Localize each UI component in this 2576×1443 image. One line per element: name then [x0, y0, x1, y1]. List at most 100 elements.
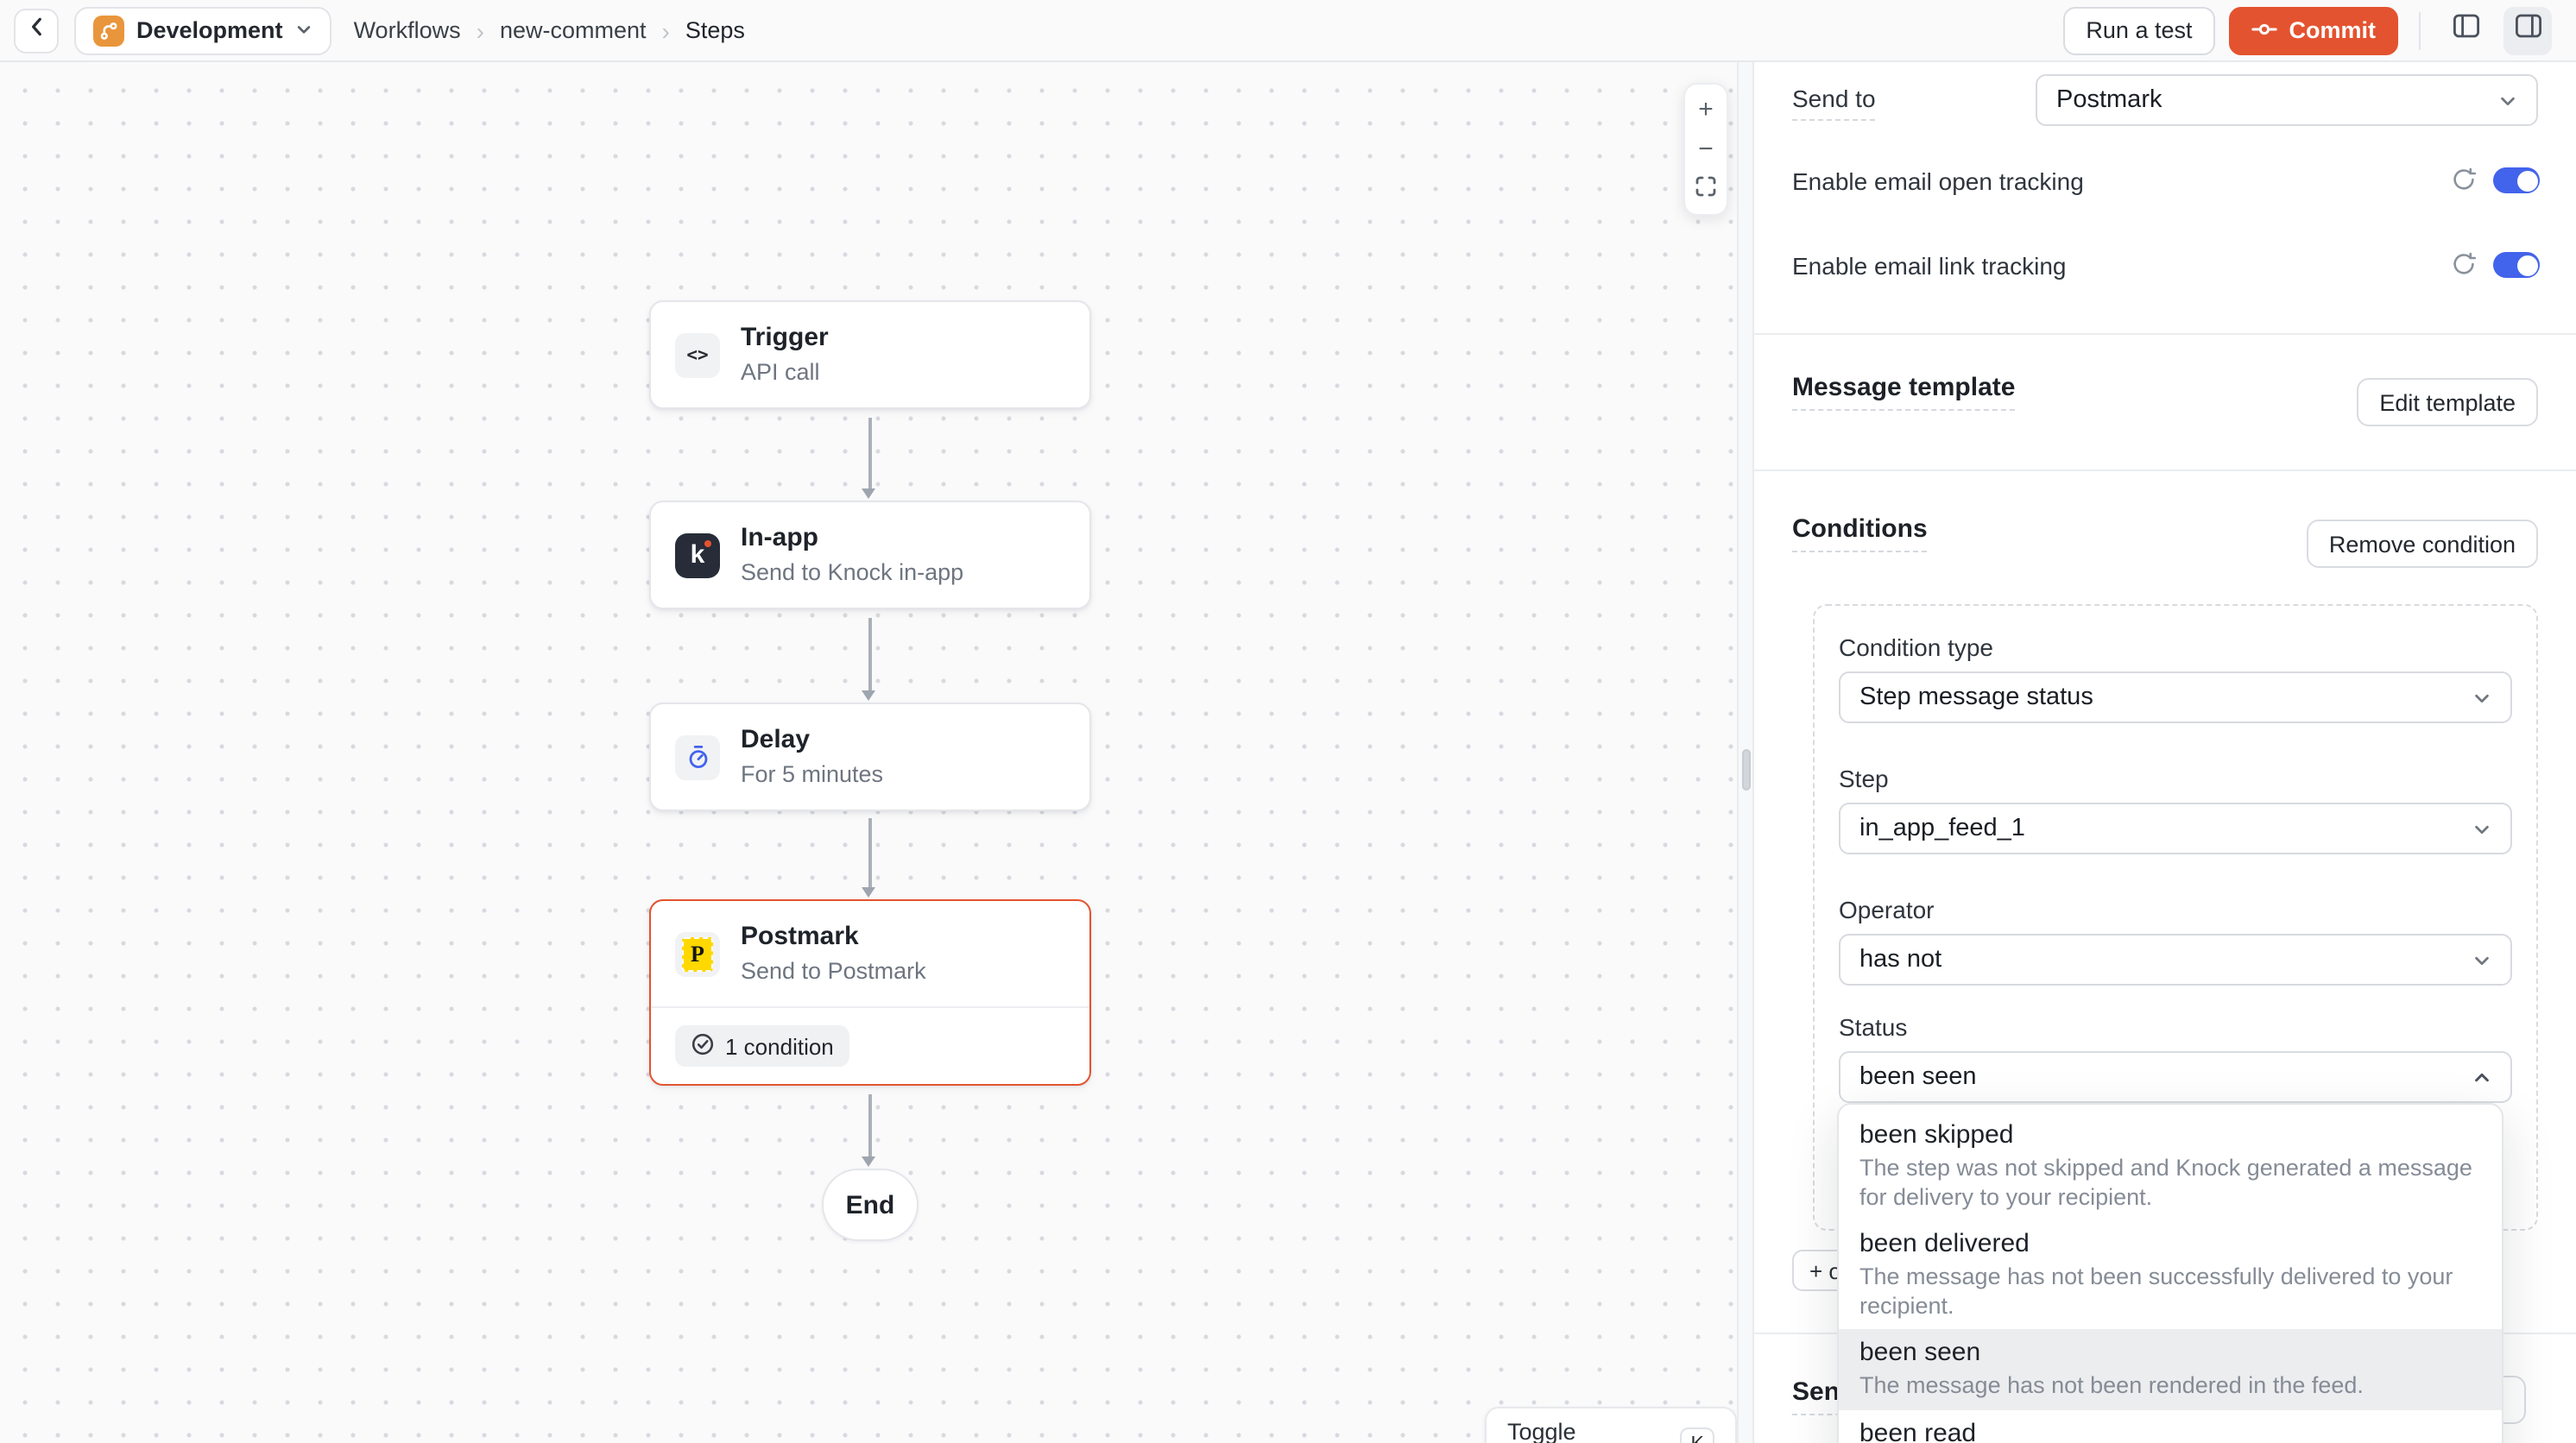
edge-arrow [868, 418, 871, 490]
knock-logo-icon: k [675, 532, 720, 577]
breadcrumb-separator: › [477, 16, 484, 44]
status-label: Status [1839, 1013, 2512, 1041]
condition-type-value: Step message status [1859, 684, 2093, 711]
status-field: Status [1839, 1013, 2512, 1041]
open-tracking-toggle[interactable] [2493, 167, 2540, 193]
refresh-icon[interactable] [2452, 167, 2476, 200]
breadcrumb-workflows[interactable]: Workflows [354, 17, 461, 43]
workflow-editor-app: Development Workflows › new-comment › St… [0, 0, 2576, 1443]
refresh-icon[interactable] [2452, 252, 2476, 285]
link-tracking-label: Enable email link tracking [1792, 252, 2067, 280]
toggle-controls-button[interactable]: Toggle controls K [1485, 1407, 1737, 1443]
node-delay[interactable]: Delay For 5 minutes [649, 703, 1091, 811]
zoom-in-button[interactable]: + [1683, 90, 1728, 129]
node-trigger[interactable]: <> Trigger API call [649, 300, 1091, 409]
status-combobox-expanded[interactable]: been seen [1839, 1051, 2512, 1103]
git-commit-icon [2251, 17, 2277, 43]
step-field: Step [1839, 765, 2512, 792]
node-in-app[interactable]: k In-app Send to Knock in-app [649, 501, 1091, 609]
panel-resize-handle[interactable] [1742, 749, 1751, 791]
commit-button[interactable]: Commit [2229, 6, 2399, 54]
toggle-left-panel-button[interactable] [2441, 6, 2490, 54]
chevron-up-icon [2472, 1068, 2491, 1087]
option-title: been seen [1859, 1338, 2481, 1369]
edge-arrow [868, 618, 871, 692]
postmark-logo-icon: P [675, 931, 720, 976]
panel-resize-gutter [1739, 62, 1754, 1443]
node-title: Postmark [741, 922, 926, 955]
step-settings-panel: Send to Postmark Enable email open track… [1754, 62, 2576, 1443]
edit-template-button[interactable]: Edit template [2357, 378, 2538, 426]
breadcrumb-separator: › [662, 16, 670, 44]
node-subtitle: API call [741, 356, 829, 387]
send-to-label: Send to [1792, 85, 1876, 121]
condition-type-select[interactable]: Step message status [1839, 671, 2512, 723]
breadcrumb-steps[interactable]: Steps [685, 17, 745, 43]
option-title: been delivered [1859, 1229, 2481, 1260]
environment-branch-icon [93, 15, 124, 46]
environment-label: Development [136, 17, 283, 43]
node-subtitle: Send to Knock in-app [741, 557, 963, 587]
operator-value: has not [1859, 946, 1941, 974]
status-option-been-read[interactable]: been read [1839, 1409, 2502, 1443]
status-option-been-skipped[interactable]: been skipped The step was not skipped an… [1839, 1112, 2502, 1220]
condition-count-label: 1 condition [725, 1033, 834, 1059]
option-description: The message has not been successfully de… [1859, 1263, 2481, 1320]
node-subtitle: Send to Postmark [741, 955, 926, 986]
chevron-down-icon [2498, 91, 2517, 110]
stopwatch-icon [675, 734, 720, 779]
node-title: In-app [741, 523, 963, 556]
open-tracking-label: Enable email open tracking [1792, 167, 2084, 195]
step-label: Step [1839, 765, 2512, 792]
run-a-test-button[interactable]: Run a test [2063, 6, 2214, 54]
chevron-down-icon [295, 15, 313, 46]
back-button[interactable] [14, 8, 59, 53]
panel-right-icon [2513, 12, 2542, 48]
panel-left-icon [2451, 12, 2480, 48]
message-template-heading: Message template [1792, 373, 2015, 411]
node-title: Trigger [741, 323, 829, 356]
send-to-value: Postmark [2056, 86, 2162, 114]
topbar: Development Workflows › new-comment › St… [0, 0, 2576, 62]
breadcrumb: Workflows › new-comment › Steps [354, 16, 745, 44]
topbar-divider [2419, 11, 2421, 49]
minus-icon: − [1698, 135, 1714, 164]
status-option-been-seen-highlighted[interactable]: been seen The message has not been rende… [1839, 1329, 2502, 1409]
chevron-down-icon [2472, 819, 2491, 838]
remove-condition-button[interactable]: Remove condition [2307, 520, 2538, 568]
zoom-controls: + − [1683, 83, 1728, 216]
edge-arrow [868, 818, 871, 889]
status-dropdown-menu: been skipped The step was not skipped an… [1837, 1103, 2503, 1443]
operator-select[interactable]: has not [1839, 934, 2512, 986]
toggle-controls-label: Toggle controls [1507, 1419, 1663, 1443]
link-tracking-toggle[interactable] [2493, 252, 2540, 278]
step-select[interactable]: in_app_feed_1 [1839, 803, 2512, 854]
fit-view-icon [1695, 174, 1716, 204]
keyboard-shortcut-badge: K [1680, 1427, 1714, 1443]
check-circle-icon [691, 1031, 715, 1061]
toggle-right-panel-button[interactable] [2503, 6, 2552, 54]
option-description: The step was not skipped and Knock gener… [1859, 1155, 2481, 1212]
conditions-heading: Conditions [1792, 514, 1928, 552]
zoom-out-button[interactable]: − [1683, 129, 1728, 169]
status-option-been-delivered[interactable]: been delivered The message has not been … [1839, 1220, 2502, 1329]
code-icon: <> [675, 332, 720, 377]
end-label: End [846, 1190, 895, 1219]
operator-field: Operator [1839, 896, 2512, 923]
node-postmark-selected[interactable]: P Postmark Send to Postmark 1 condition [649, 899, 1091, 1086]
breadcrumb-workflow-name[interactable]: new-comment [500, 17, 647, 43]
send-to-select[interactable]: Postmark [2036, 74, 2538, 126]
condition-count-badge: 1 condition [675, 1025, 849, 1067]
chevron-down-icon [2472, 688, 2491, 707]
chevron-down-icon [2472, 950, 2491, 969]
condition-type-field: Condition type [1839, 633, 2512, 661]
plus-icon: + [1698, 95, 1714, 124]
option-title: been read [1859, 1418, 2481, 1443]
node-subtitle: For 5 minutes [741, 759, 883, 789]
workflow-canvas[interactable]: <> Trigger API call k In-app Send to Kno… [0, 62, 1739, 1443]
node-title: Delay [741, 725, 883, 758]
section-divider [1754, 469, 2576, 471]
environment-switcher[interactable]: Development [74, 6, 331, 54]
fit-view-button[interactable] [1683, 169, 1728, 209]
node-end[interactable]: End [822, 1169, 919, 1241]
